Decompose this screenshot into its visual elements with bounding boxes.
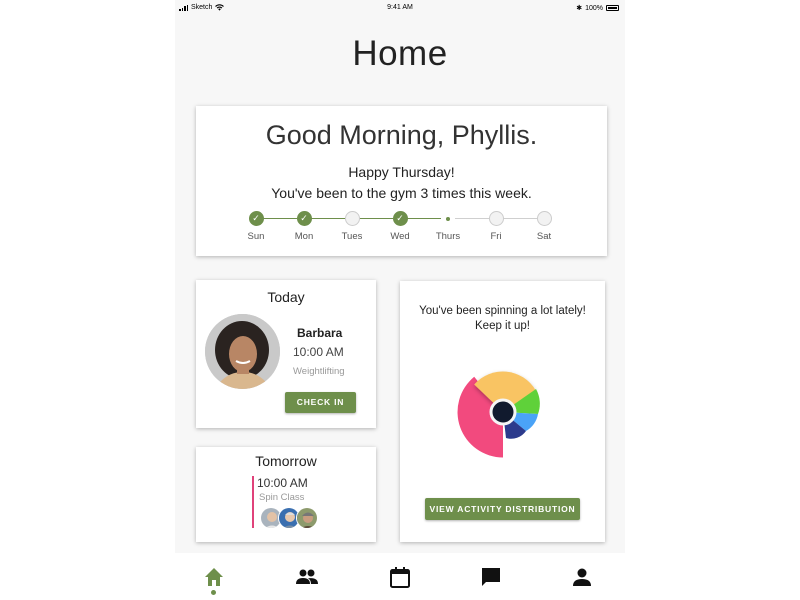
home-icon <box>205 568 223 586</box>
tomorrow-title: Tomorrow <box>255 453 317 469</box>
tab-people[interactable] <box>295 565 319 589</box>
clock: 9:41 AM <box>387 4 413 11</box>
week-day: Sat <box>524 211 564 242</box>
session-activity: Weightlifting <box>293 366 345 377</box>
tomorrow-card: Tomorrow 10:00 AM Spin Class <box>196 447 376 542</box>
week-day: ✓ Sun <box>236 211 276 242</box>
chat-icon <box>482 568 500 586</box>
day-status-dot <box>488 211 504 226</box>
check-icon: ✓ <box>248 211 264 226</box>
activity-wheel <box>457 371 540 458</box>
week-day-label: Sun <box>247 231 265 242</box>
week-day-label: Fri <box>490 231 502 242</box>
attendee-avatar <box>296 507 318 529</box>
greeting-day: Happy Thursday! <box>348 164 455 180</box>
week-day: Thurs <box>428 211 468 242</box>
phone-screen: Sketch 9:41 AM ✱ 100% Home Good Morning,… <box>175 0 625 600</box>
week-day: ✓ Wed <box>380 211 420 242</box>
class-time: 10:00 AM <box>257 476 308 490</box>
today-title: Today <box>267 289 305 305</box>
people-icon <box>296 569 318 584</box>
view-activity-distribution-button[interactable]: VIEW ACTIVITY DISTRIBUTION <box>425 498 580 520</box>
week-day-label: Tues <box>341 231 363 242</box>
calendar-icon <box>390 567 410 588</box>
check-icon: ✓ <box>296 211 312 226</box>
activity-message-line2: Keep it up! <box>475 320 530 332</box>
profile-icon <box>573 568 591 586</box>
day-status-dot <box>441 211 456 226</box>
tab-profile[interactable] <box>570 565 594 589</box>
tab-home[interactable] <box>202 565 226 589</box>
tab-calendar[interactable] <box>388 565 412 589</box>
today-card: Today Barbara 10:00 AM Weightlifting CHE… <box>196 280 376 428</box>
session-time: 10:00 AM <box>293 345 344 359</box>
activity-card: You've been spinning a lot lately! Keep … <box>400 281 605 542</box>
status-bar: Sketch 9:41 AM ✱ 100% <box>175 0 625 16</box>
battery-icon <box>606 5 619 11</box>
week-day: ✓ Mon <box>284 211 324 242</box>
trainer-name: Barbara <box>297 326 343 340</box>
check-in-button[interactable]: CHECK IN <box>285 392 356 413</box>
trainer-avatar <box>205 314 280 389</box>
bottom-tab-bar <box>175 553 625 600</box>
activity-message: You've been spinning a lot lately! Keep … <box>400 304 605 334</box>
week-day: Tues <box>332 211 372 242</box>
week-day-label: Mon <box>294 231 314 242</box>
check-icon: ✓ <box>392 211 408 226</box>
wheel-center <box>489 398 517 426</box>
week-day-label: Wed <box>390 231 410 242</box>
class-name: Spin Class <box>259 492 305 503</box>
gym-visits-summary: You've been to the gym 3 times this week… <box>271 185 532 201</box>
greeting-card: Good Morning, Phyllis. Happy Thursday! Y… <box>196 106 607 256</box>
day-status-dot <box>344 211 360 226</box>
week-day-label: Sat <box>536 231 552 242</box>
attendee-avatars <box>260 507 318 529</box>
battery-percent: 100% <box>585 4 603 12</box>
active-tab-indicator <box>211 590 216 595</box>
greeting-headline: Good Morning, Phyllis. <box>265 120 538 150</box>
bluetooth-icon: ✱ <box>576 5 583 12</box>
class-accent-bar <box>252 476 254 528</box>
activity-message-line1: You've been spinning a lot lately! <box>419 305 586 317</box>
week-day: Fri <box>476 211 516 242</box>
page-title: Home <box>352 34 448 73</box>
tab-messages[interactable] <box>479 565 503 589</box>
day-status-dot <box>536 211 552 226</box>
week-day-label: Thurs <box>435 231 461 242</box>
